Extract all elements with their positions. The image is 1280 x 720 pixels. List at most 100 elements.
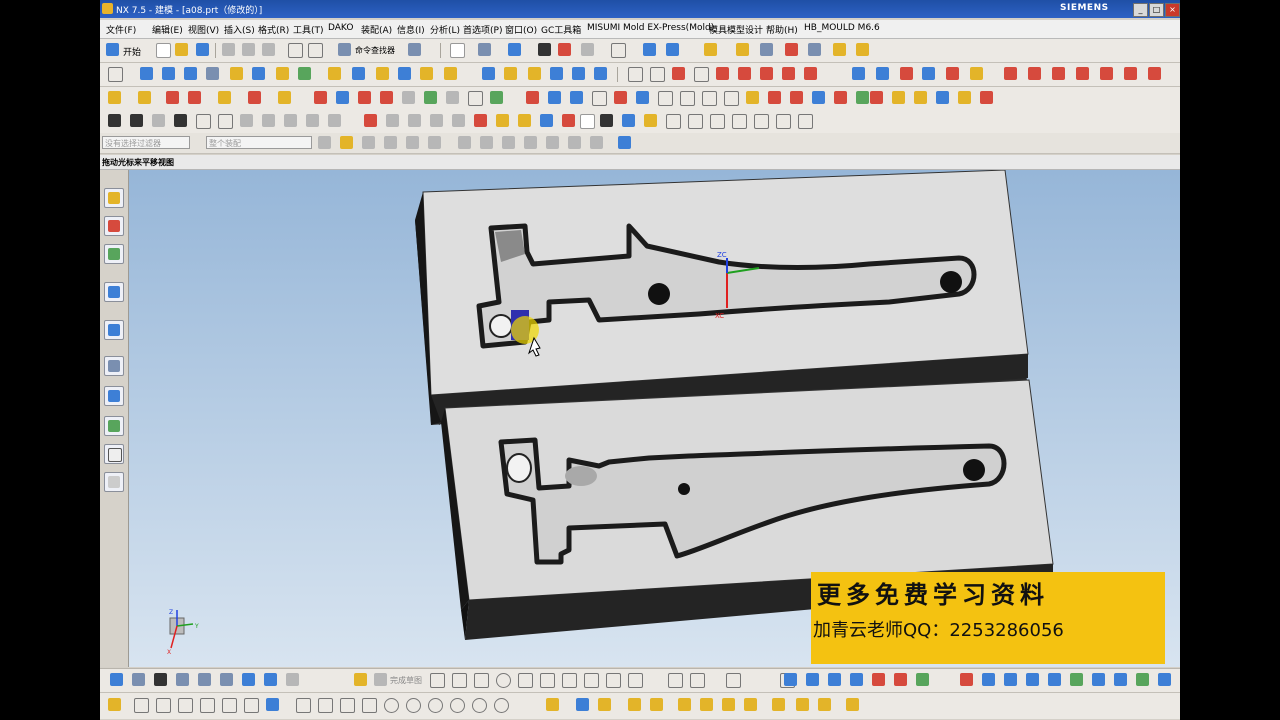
curve-scale-icon[interactable] xyxy=(722,698,735,711)
subinsert-icon[interactable] xyxy=(402,91,415,104)
curve-mirror-icon[interactable] xyxy=(650,698,663,711)
menu-assembly[interactable]: 装配(A) xyxy=(361,23,392,36)
curve-conic-icon[interactable] xyxy=(318,698,333,713)
diamond-tool-icon[interactable] xyxy=(834,91,847,104)
shell-icon[interactable] xyxy=(376,67,389,80)
n-sided-icon[interactable] xyxy=(946,67,959,80)
extend-curve-icon[interactable] xyxy=(1028,67,1041,80)
thicken-icon[interactable] xyxy=(528,67,541,80)
sketch-icon[interactable] xyxy=(108,67,123,82)
patch-icon[interactable] xyxy=(572,67,585,80)
sprue-icon[interactable] xyxy=(328,114,341,127)
sketch-task-icon[interactable] xyxy=(354,673,367,686)
sweep-icon[interactable] xyxy=(184,67,197,80)
offset-curve-icon[interactable] xyxy=(716,67,729,80)
constraint-4-icon[interactable] xyxy=(850,673,863,686)
grid-icon[interactable] xyxy=(130,114,143,127)
curve-edit-icon[interactable] xyxy=(546,698,559,711)
rotate-view-icon[interactable] xyxy=(478,43,491,56)
mirror-icon[interactable] xyxy=(482,67,495,80)
selection-tools-icon[interactable] xyxy=(408,43,421,56)
sketch-derived-icon[interactable] xyxy=(264,673,277,686)
pad-icon[interactable] xyxy=(276,67,289,80)
frame-icon[interactable] xyxy=(980,91,993,104)
sketch-profile-icon[interactable] xyxy=(242,673,255,686)
curve-intersect-icon[interactable] xyxy=(472,698,487,713)
circle-tool-icon[interactable] xyxy=(702,91,717,106)
curve-text-icon[interactable] xyxy=(678,698,691,711)
constraint-navigator-tab[interactable] xyxy=(104,216,124,236)
table-icon[interactable] xyxy=(108,114,121,127)
bush-icon[interactable] xyxy=(430,114,443,127)
start-menu-label[interactable]: 开始 xyxy=(123,45,141,58)
cooling-icon[interactable] xyxy=(468,91,483,106)
slider-lifter-icon[interactable] xyxy=(380,91,393,104)
curve-section-icon[interactable] xyxy=(450,698,465,713)
view-manager-icon[interactable] xyxy=(636,91,649,104)
curve-length-icon[interactable] xyxy=(1148,67,1161,80)
mold-wizard-icon[interactable] xyxy=(108,91,121,104)
standard-part-icon[interactable] xyxy=(336,91,349,104)
crosshair-icon[interactable] xyxy=(196,114,211,129)
screw-icon[interactable] xyxy=(240,114,253,127)
constraint-16-icon[interactable] xyxy=(1136,673,1149,686)
mesh-icon[interactable] xyxy=(900,67,913,80)
sketch-trim-icon[interactable] xyxy=(668,673,683,688)
polyline-icon[interactable] xyxy=(688,114,703,129)
project-init-icon[interactable] xyxy=(138,91,151,104)
menu-mold-design[interactable]: 模具模型设计 xyxy=(709,23,763,36)
corner-icon[interactable] xyxy=(1100,67,1113,80)
command-finder-label[interactable]: 命令查找器 xyxy=(355,45,395,56)
existing-point-icon[interactable] xyxy=(502,136,515,149)
profile-icon[interactable] xyxy=(430,673,445,688)
shaded-view-icon[interactable] xyxy=(508,43,521,56)
family-mold-icon[interactable] xyxy=(278,91,291,104)
menu-preferences[interactable]: 首选项(P) xyxy=(463,23,502,36)
curve-combine-icon[interactable] xyxy=(628,698,641,711)
paste-icon[interactable] xyxy=(262,43,275,56)
grid-tool-icon[interactable] xyxy=(724,91,739,106)
constraint-8-icon[interactable] xyxy=(960,673,973,686)
menu-format[interactable]: 格式(R) xyxy=(258,23,289,36)
constraint-14-icon[interactable] xyxy=(1092,673,1105,686)
delete-files-icon[interactable] xyxy=(658,91,673,106)
cross-line-icon[interactable] xyxy=(732,114,747,129)
arc-center-icon[interactable] xyxy=(458,136,471,149)
paint-icon[interactable] xyxy=(892,91,905,104)
system-materials-tab[interactable] xyxy=(104,386,124,406)
quadrant-icon[interactable] xyxy=(480,136,493,149)
hole-table-icon[interactable] xyxy=(614,91,627,104)
curve-rectangle-icon[interactable] xyxy=(222,698,237,713)
trim-mold-icon[interactable] xyxy=(526,91,539,104)
sketch-update-icon[interactable] xyxy=(154,673,167,686)
selection-cube-icon[interactable] xyxy=(618,136,631,149)
point-on-curve-icon[interactable] xyxy=(524,136,537,149)
circle-draw-icon[interactable] xyxy=(754,114,769,129)
curve-offset-icon[interactable] xyxy=(340,698,355,713)
menu-info[interactable]: 信息(I) xyxy=(397,23,425,36)
finish-sketch-label[interactable]: 完成草图 xyxy=(390,675,422,686)
support-icon[interactable] xyxy=(386,114,399,127)
curve-lock-icon[interactable] xyxy=(846,698,859,711)
sketch-offset-icon[interactable] xyxy=(628,673,643,688)
pencil-icon[interactable] xyxy=(518,114,531,127)
cube-icon[interactable] xyxy=(540,114,553,127)
menu-window[interactable]: 窗口(O) xyxy=(505,23,537,36)
assembly-navigator-tab[interactable] xyxy=(104,188,124,208)
layer-icon[interactable] xyxy=(581,43,594,56)
curve-tools-icon[interactable] xyxy=(804,67,817,80)
edge-blend-icon[interactable] xyxy=(328,67,341,80)
sketch-orient-icon[interactable] xyxy=(132,673,145,686)
bars-icon[interactable] xyxy=(833,43,846,56)
shrinkage-icon[interactable] xyxy=(188,91,201,104)
constraint-1-icon[interactable] xyxy=(784,673,797,686)
snap-icon[interactable] xyxy=(704,43,717,56)
cluster-icon[interactable] xyxy=(958,91,971,104)
sketch-rectangle-icon[interactable] xyxy=(562,673,577,688)
menu-help[interactable]: 帮助(H) xyxy=(766,23,798,36)
control-point-icon[interactable] xyxy=(406,136,419,149)
unite-icon[interactable] xyxy=(298,67,311,80)
selection-filter-icon[interactable] xyxy=(760,43,773,56)
warning-icon[interactable] xyxy=(914,91,927,104)
sketch-finish-icon[interactable] xyxy=(110,673,123,686)
